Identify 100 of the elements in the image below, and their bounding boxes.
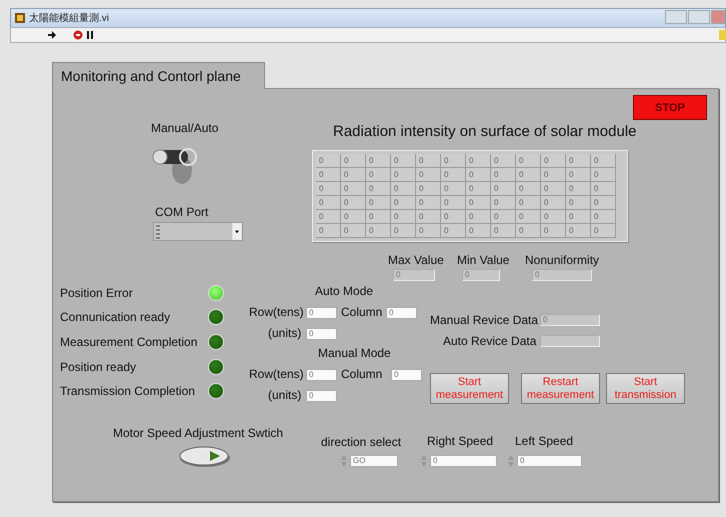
stat-label: Max Value [388, 253, 444, 267]
array-cell: 0 [516, 210, 541, 224]
array-cell: 0 [391, 182, 416, 196]
array-cell: 0 [416, 224, 441, 238]
indicator-label: Position ready [60, 360, 136, 374]
run-arrow-icon[interactable] [47, 30, 57, 40]
array-cell: 0 [391, 168, 416, 182]
slide-switch[interactable] [179, 446, 231, 468]
visa-icon [155, 224, 161, 240]
numeric-field[interactable]: GO [350, 455, 398, 467]
array-cell: 0 [591, 182, 616, 196]
numeric-field[interactable]: 0 [517, 455, 582, 467]
array-cell: 0 [366, 182, 391, 196]
window-title: 太陽能模組量測.vi [29, 12, 109, 25]
array-cell: 0 [341, 168, 366, 182]
pause-icon[interactable] [85, 30, 95, 40]
array-cell: 0 [566, 182, 591, 196]
mode-title: Manual Mode [318, 346, 391, 360]
com-port-label: COM Port [155, 205, 208, 219]
array-cell: 0 [391, 154, 416, 168]
array-cell: 0 [316, 210, 341, 224]
array-cell: 0 [366, 224, 391, 238]
revice-label: Auto Revice Data [443, 334, 536, 348]
stop-button[interactable]: STOP [633, 95, 707, 120]
array-cell: 0 [441, 154, 466, 168]
array-cell: 0 [591, 210, 616, 224]
array-cell: 0 [316, 224, 341, 238]
array-cell: 0 [416, 154, 441, 168]
action-button[interactable]: Start transmission [606, 373, 685, 404]
stat-field: 0 [462, 269, 500, 281]
array-cell: 0 [491, 224, 516, 238]
array-cell: 0 [466, 210, 491, 224]
stat-field: 0 [532, 269, 592, 281]
units-field[interactable]: 0 [306, 390, 337, 402]
units-label: (units) [268, 326, 302, 340]
array-cell: 0 [416, 196, 441, 210]
array-cell: 0 [491, 182, 516, 196]
array-cell: 0 [366, 154, 391, 168]
array-cell: 0 [466, 168, 491, 182]
motor-switch-label: Motor Speed Adjustment Swtich [113, 426, 284, 440]
array-cell: 0 [566, 224, 591, 238]
array-cell: 0 [541, 196, 566, 210]
array-cell: 0 [516, 224, 541, 238]
array-cell: 0 [591, 168, 616, 182]
array-cell: 0 [441, 196, 466, 210]
array-cell: 0 [491, 154, 516, 168]
indicator-label: Measurement Completion [60, 335, 198, 349]
stat-field: 0 [393, 269, 435, 281]
revice-label: Manual Revice Data [430, 313, 538, 327]
abort-icon[interactable] [73, 30, 83, 40]
array-cell: 0 [466, 182, 491, 196]
array-cell: 0 [391, 196, 416, 210]
array-cell: 0 [341, 210, 366, 224]
revice-field: 0 [540, 314, 600, 326]
units-label: (units) [268, 388, 302, 402]
row-label: Row(tens) [249, 367, 304, 381]
mode-title: Auto Mode [315, 284, 374, 298]
column-field[interactable]: 0 [391, 369, 422, 381]
speed-label: Left Speed [515, 434, 574, 448]
array-cell: 0 [516, 168, 541, 182]
action-button[interactable]: Start measurement [430, 373, 509, 404]
array-cell: 0 [566, 210, 591, 224]
row-field[interactable]: 0 [306, 307, 337, 319]
array-cell: 0 [541, 168, 566, 182]
panel-tab[interactable]: Monitoring and Contorl plane [52, 62, 265, 89]
column-label: Column [341, 367, 382, 381]
action-button[interactable]: Restart measurement [521, 373, 600, 404]
array-cell: 0 [416, 168, 441, 182]
row-label: Row(tens) [249, 305, 304, 319]
array-cell: 0 [566, 168, 591, 182]
array-title: Radiation intensity on surface of solar module [333, 123, 637, 140]
array-cell: 0 [441, 224, 466, 238]
speed-label: direction select [321, 435, 402, 449]
array-cell: 0 [466, 154, 491, 168]
array-cell: 0 [466, 224, 491, 238]
array-cell: 0 [441, 182, 466, 196]
array-cell: 0 [341, 154, 366, 168]
array-cell: 0 [591, 224, 616, 238]
column-field[interactable]: 0 [386, 307, 417, 319]
indicator-label: Connunication ready [60, 310, 170, 324]
array-cell: 0 [366, 210, 391, 224]
array-cell: 0 [516, 154, 541, 168]
row-field[interactable]: 0 [306, 369, 337, 381]
array-cell: 0 [541, 154, 566, 168]
units-field[interactable]: 0 [306, 328, 337, 340]
array-cell: 0 [516, 182, 541, 196]
toggle-label: Manual/Auto [151, 121, 218, 135]
indicator-label: Position Error [60, 286, 133, 300]
array-cell: 0 [591, 196, 616, 210]
array-cell: 0 [541, 210, 566, 224]
array-cell: 0 [366, 196, 391, 210]
column-label: Column [341, 305, 382, 319]
array-cell: 0 [441, 168, 466, 182]
array-cell: 0 [416, 210, 441, 224]
numeric-field[interactable]: 0 [430, 455, 497, 467]
speed-label: Right Speed [427, 434, 494, 448]
array-cell: 0 [516, 196, 541, 210]
array-cell: 0 [566, 154, 591, 168]
array-cell: 0 [316, 196, 341, 210]
array-cell: 0 [441, 210, 466, 224]
